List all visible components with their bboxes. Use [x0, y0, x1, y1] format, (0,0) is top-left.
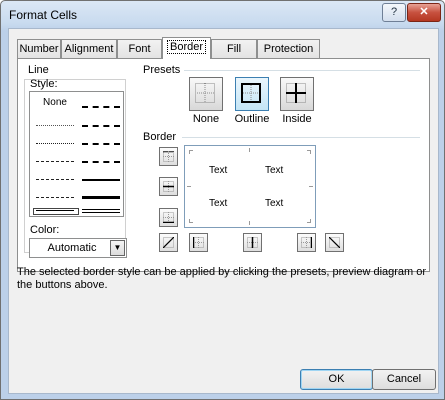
tab-alignment[interactable]: Alignment	[61, 39, 117, 58]
border-left-icon	[193, 237, 204, 248]
border-top-button[interactable]	[159, 147, 178, 166]
ok-button[interactable]: OK	[300, 369, 373, 390]
line-group-title: Line	[28, 64, 49, 76]
style-thin-line[interactable]	[36, 210, 74, 211]
preset-inside-button[interactable]	[280, 77, 314, 111]
style-medium-line[interactable]	[82, 179, 120, 181]
border-preview-diagram[interactable]: Text Text Text Text	[184, 145, 316, 228]
border-inside-horizontal-button[interactable]	[159, 177, 178, 196]
preview-corner-mark	[310, 150, 311, 154]
presets-group-title: Presets	[143, 64, 181, 76]
cancel-button[interactable]: Cancel	[372, 369, 436, 390]
preview-text: Text	[209, 198, 228, 209]
preset-outline-button[interactable]	[235, 77, 269, 111]
preset-inside-icon	[286, 83, 306, 103]
border-bottom-icon	[163, 212, 174, 223]
border-bottom-button[interactable]	[159, 208, 178, 227]
style-hair-line[interactable]	[36, 125, 74, 126]
style-medium-dash-dot-line[interactable]	[82, 143, 120, 145]
help-button[interactable]: ?	[382, 3, 406, 22]
chevron-down-icon[interactable]: ▼	[110, 240, 125, 256]
style-thick-line[interactable]	[82, 196, 120, 199]
dialog-title: Format Cells	[9, 8, 78, 22]
preview-mid-mark	[249, 221, 250, 225]
border-top-icon	[163, 151, 174, 162]
preset-outline-label: Outline	[234, 113, 270, 125]
border-right-icon	[301, 237, 312, 248]
style-medium-dash-dot-dot-line[interactable]	[82, 106, 120, 108]
line-style-list[interactable]: None	[29, 91, 124, 217]
tab-border-label: Border	[166, 40, 207, 54]
tab-protection[interactable]: Protection	[257, 39, 320, 58]
preview-mid-mark	[309, 186, 313, 187]
color-dropdown[interactable]: Automatic ▼	[29, 238, 127, 258]
border-inside-horizontal-icon	[163, 181, 174, 192]
preview-text: Text	[265, 198, 284, 209]
border-right-button[interactable]	[297, 233, 316, 252]
preview-text: Text	[265, 165, 284, 176]
border-divider	[182, 137, 420, 138]
presets-divider	[184, 70, 420, 71]
border-tab-panel: Line Style: None Color: Automatic ▼ Pres…	[17, 58, 430, 272]
preset-none-icon	[195, 83, 215, 103]
format-cells-dialog: Format Cells ? ✕ Number Alignment Font B…	[0, 0, 445, 400]
diagonal-down-icon	[329, 237, 340, 248]
style-medium-dashed-line[interactable]	[82, 161, 120, 163]
color-value: Automatic	[47, 242, 97, 254]
hint-text: The selected border style can be applied…	[17, 266, 427, 291]
style-slanted-dash-dot-line[interactable]	[82, 125, 120, 127]
preview-mid-mark	[187, 186, 191, 187]
tab-font[interactable]: Font	[117, 39, 162, 58]
close-button[interactable]: ✕	[407, 3, 441, 22]
border-left-button[interactable]	[189, 233, 208, 252]
border-inside-vertical-button[interactable]	[243, 233, 262, 252]
preview-corner-mark	[189, 150, 193, 151]
style-dash-dot-dot-line[interactable]	[36, 161, 74, 162]
border-diagonal-down-button[interactable]	[325, 233, 344, 252]
preview-mid-mark	[249, 148, 250, 152]
tab-border[interactable]: Border	[162, 37, 211, 59]
preset-outline-icon	[241, 83, 261, 103]
style-dash-dot-line[interactable]	[36, 179, 74, 180]
color-label: Color:	[30, 224, 60, 236]
preview-text: Text	[209, 165, 228, 176]
preset-inside-label: Inside	[282, 113, 312, 125]
style-dotted-line[interactable]	[36, 143, 74, 144]
style-none-option[interactable]: None	[35, 97, 75, 108]
style-label: Style:	[30, 78, 58, 90]
style-dashed-line[interactable]	[36, 197, 74, 198]
style-double-line[interactable]	[82, 209, 120, 213]
tab-fill[interactable]: Fill	[211, 39, 257, 58]
title-bar: Format Cells ? ✕	[1, 1, 444, 28]
diagonal-up-icon	[163, 237, 174, 248]
preset-none-label: None	[192, 113, 220, 125]
dialog-client: Number Alignment Font Border Fill Protec…	[8, 28, 439, 394]
preset-none-button[interactable]	[189, 77, 223, 111]
preview-corner-mark	[307, 222, 311, 223]
preview-corner-mark	[189, 222, 193, 223]
border-diagonal-up-button[interactable]	[159, 233, 178, 252]
tab-number[interactable]: Number	[17, 39, 61, 58]
border-group-title: Border	[143, 131, 177, 143]
border-inside-vertical-icon	[247, 237, 258, 248]
